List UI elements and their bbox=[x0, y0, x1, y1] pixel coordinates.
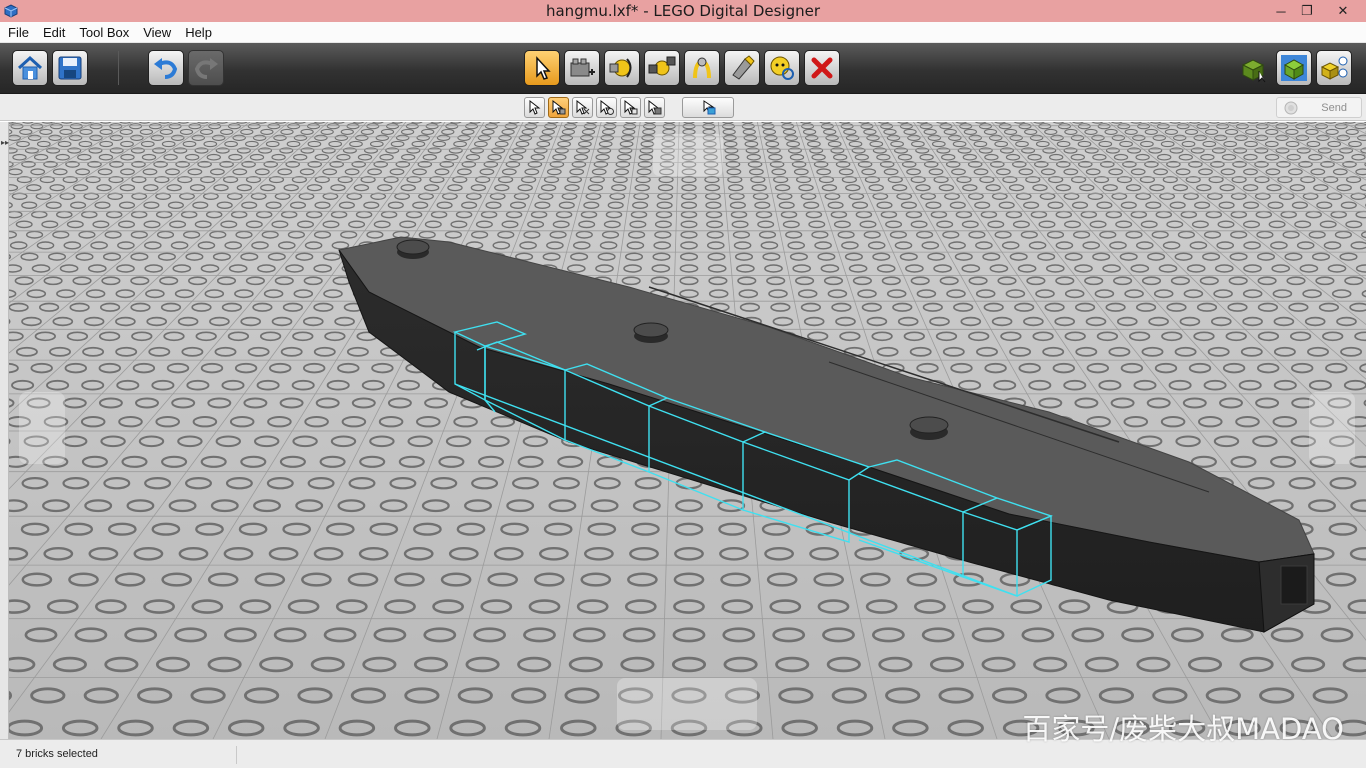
app-logo-icon bbox=[4, 4, 18, 18]
home-button[interactable] bbox=[12, 50, 48, 86]
build-mode-button[interactable] bbox=[1236, 50, 1272, 86]
hide-tool-button[interactable] bbox=[764, 50, 800, 86]
camera-rotate-left-icon[interactable] bbox=[19, 392, 65, 464]
hinge-align-tool-button[interactable] bbox=[644, 50, 680, 86]
connected-select-icon bbox=[576, 100, 590, 115]
multi-select-icon bbox=[552, 100, 566, 115]
restore-icon: ❐ bbox=[1301, 3, 1313, 18]
home-icon bbox=[17, 55, 43, 80]
undo-icon bbox=[154, 58, 178, 79]
minimize-icon: ─ bbox=[1276, 3, 1286, 19]
stern-opening bbox=[1280, 565, 1308, 605]
3d-viewport[interactable] bbox=[9, 122, 1366, 739]
send-label: Send bbox=[1321, 101, 1347, 114]
paint-tool-button[interactable] bbox=[724, 50, 760, 86]
single-select-button[interactable] bbox=[524, 97, 545, 118]
same-shape-select-button[interactable] bbox=[620, 97, 641, 118]
view-mode-icon bbox=[1281, 55, 1307, 81]
hide-tool-icon bbox=[770, 56, 794, 80]
deck-stud bbox=[633, 322, 669, 338]
maximize-button[interactable]: ❐ bbox=[1294, 0, 1320, 22]
menu-bar: File Edit Tool Box View Help bbox=[0, 22, 1366, 43]
select-tool-button[interactable] bbox=[524, 50, 560, 86]
hinge-tool-button[interactable] bbox=[604, 50, 640, 86]
group-button[interactable] bbox=[682, 97, 734, 118]
camera-rotate-right-icon[interactable] bbox=[1309, 392, 1355, 464]
camera-tilt-up-icon[interactable] bbox=[653, 134, 723, 176]
select-mode-toolbar: Send bbox=[0, 94, 1366, 121]
menu-toolbox[interactable]: Tool Box bbox=[71, 22, 135, 43]
baseplate-scene[interactable] bbox=[9, 122, 1366, 739]
close-icon: ✕ bbox=[1337, 3, 1349, 18]
redo-button[interactable] bbox=[188, 50, 224, 86]
menu-file[interactable]: File bbox=[0, 22, 35, 43]
flex-tool-icon bbox=[693, 57, 711, 79]
undo-button[interactable] bbox=[148, 50, 184, 86]
selection-count: 7 bricks selected bbox=[16, 748, 98, 760]
save-button[interactable] bbox=[52, 50, 88, 86]
hinge-tool-icon bbox=[609, 58, 632, 78]
same-brick-select-button[interactable] bbox=[644, 97, 665, 118]
save-icon bbox=[58, 56, 82, 80]
status-divider bbox=[236, 746, 237, 764]
deck-stud bbox=[396, 239, 430, 255]
same-brick-select-icon bbox=[648, 100, 662, 115]
connected-select-button[interactable] bbox=[572, 97, 593, 118]
send-icon bbox=[1284, 101, 1298, 115]
clone-tool-icon bbox=[570, 58, 595, 77]
deck-stud bbox=[909, 416, 949, 434]
clone-tool-button[interactable] bbox=[564, 50, 600, 86]
group-icon bbox=[703, 100, 715, 115]
building-guide-button[interactable] bbox=[1316, 50, 1352, 86]
same-shape-select-icon bbox=[624, 100, 638, 115]
send-button[interactable]: Send bbox=[1276, 97, 1362, 118]
view-mode-button[interactable] bbox=[1276, 50, 1312, 86]
multi-select-button[interactable] bbox=[548, 97, 569, 118]
menu-help[interactable]: Help bbox=[177, 22, 218, 43]
build-mode-icon bbox=[1241, 59, 1266, 83]
menu-view[interactable]: View bbox=[135, 22, 177, 43]
watermark-text: 百家号/废柴大叔MADAO bbox=[1022, 712, 1344, 746]
select-tool-icon bbox=[536, 56, 551, 80]
single-select-icon bbox=[529, 100, 541, 115]
redo-icon bbox=[194, 58, 218, 79]
paint-tool-icon bbox=[732, 55, 755, 80]
menu-edit[interactable]: Edit bbox=[35, 22, 71, 43]
hinge-align-tool-icon bbox=[648, 56, 676, 76]
close-button[interactable]: ✕ bbox=[1320, 0, 1366, 22]
title-bar: hangmu.lxf* - LEGO Digital Designer ─ ❐ … bbox=[0, 0, 1366, 22]
expand-arrow-icon[interactable]: ▸▸ bbox=[1, 138, 9, 147]
building-guide-icon bbox=[1320, 56, 1348, 80]
same-color-select-icon bbox=[600, 100, 614, 115]
flex-tool-button[interactable] bbox=[684, 50, 720, 86]
same-color-select-button[interactable] bbox=[596, 97, 617, 118]
minimize-button[interactable]: ─ bbox=[1268, 0, 1294, 22]
brick-palette-collapsed[interactable]: ▸▸ bbox=[0, 122, 9, 739]
delete-tool-button[interactable] bbox=[804, 50, 840, 86]
main-toolbar bbox=[0, 43, 1366, 94]
delete-tool-icon bbox=[811, 57, 833, 79]
window-controls: ─ ❐ ✕ bbox=[1268, 0, 1366, 22]
window-title: hangmu.lxf* - LEGO Digital Designer bbox=[545, 2, 821, 20]
toolbar-separator bbox=[118, 51, 119, 85]
camera-zoom-icon[interactable] bbox=[617, 678, 757, 730]
